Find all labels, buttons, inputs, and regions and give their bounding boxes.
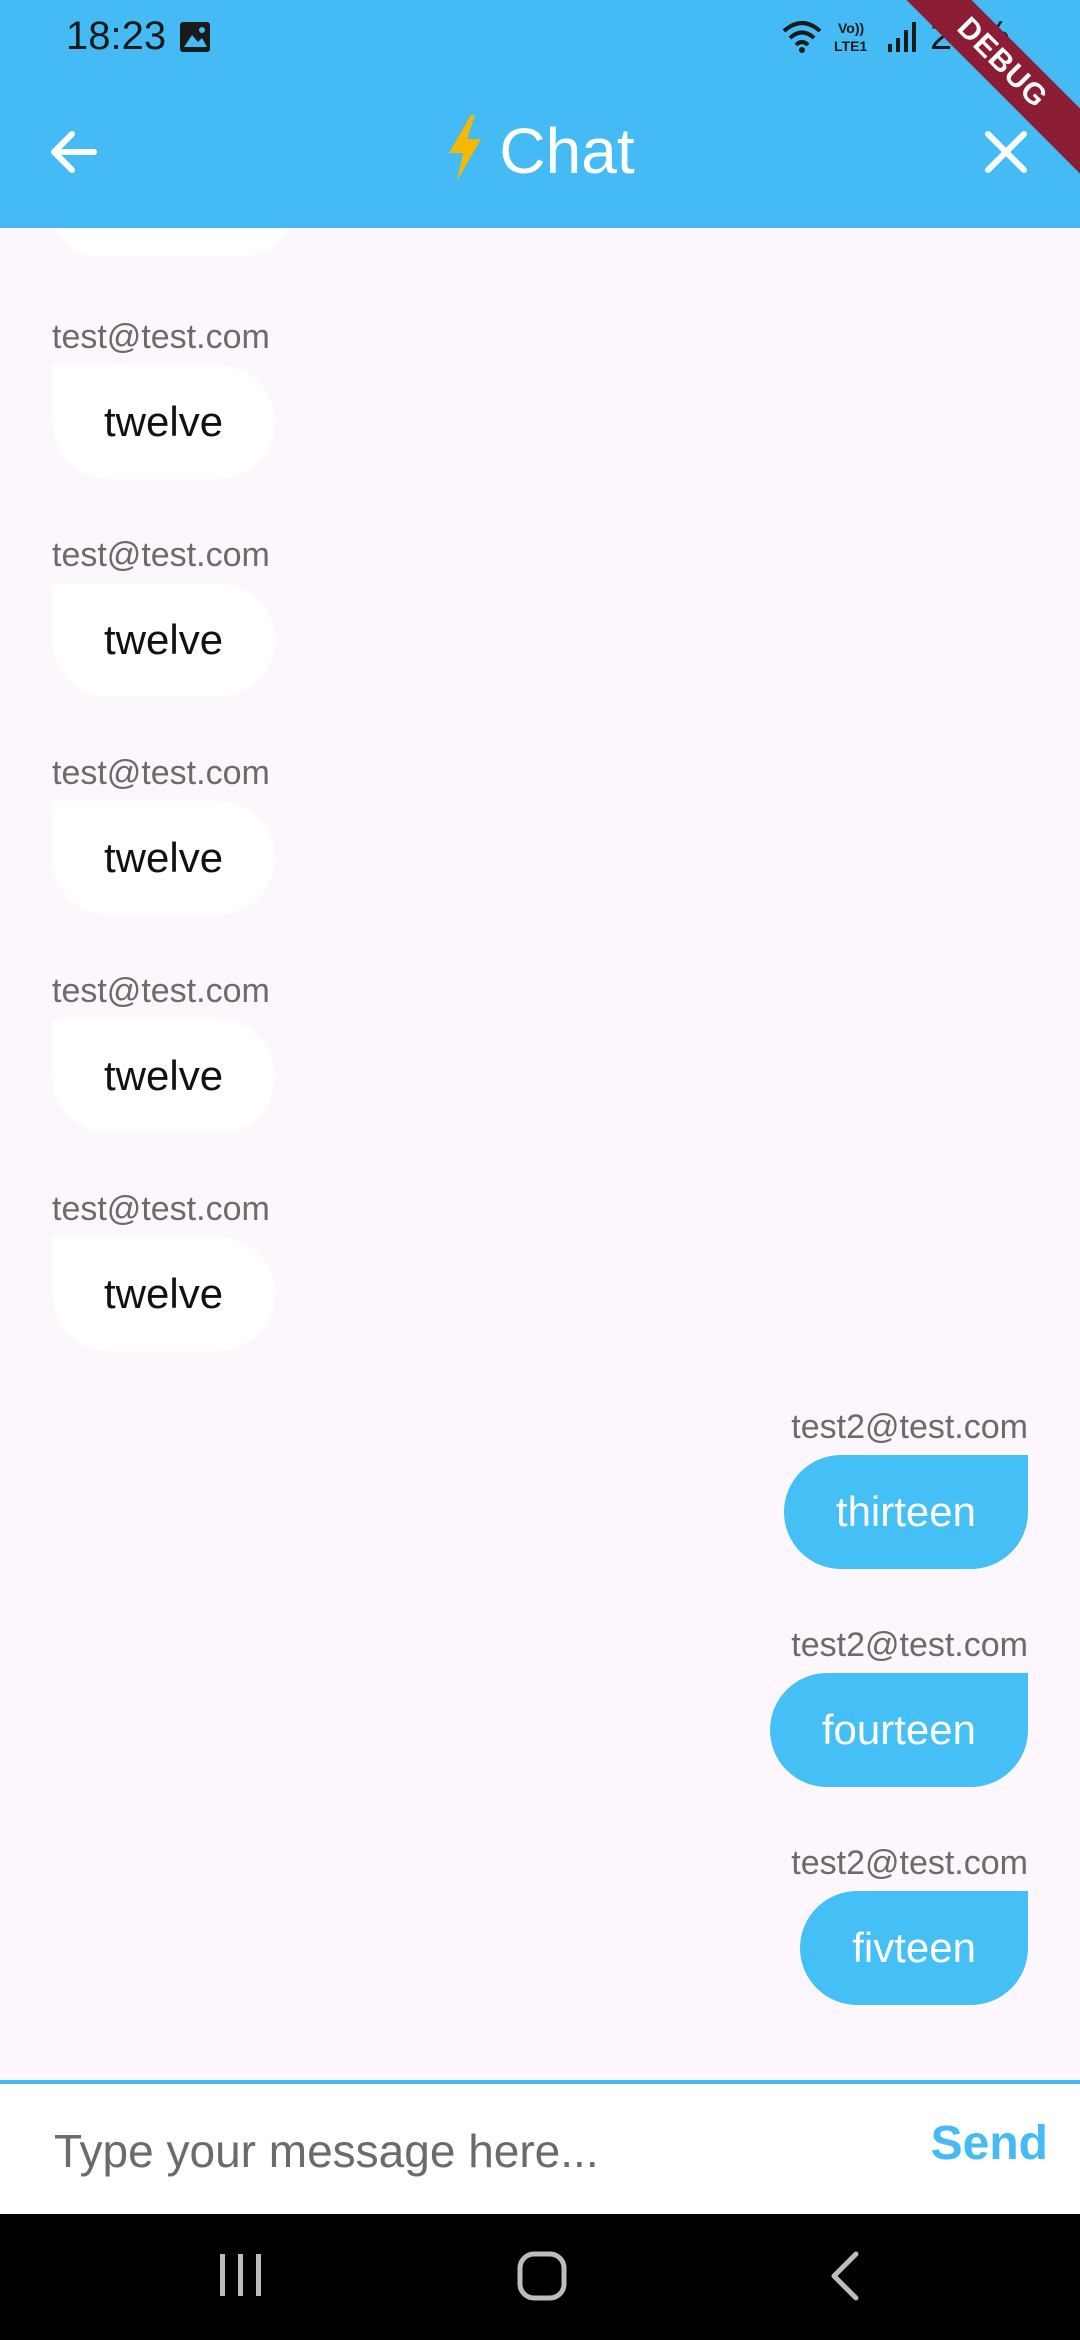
message-item: test2@test.com thirteen: [783, 1408, 1028, 1569]
home-icon[interactable]: [514, 2248, 570, 2309]
message-composer: Send: [0, 2080, 1080, 2216]
send-button[interactable]: Send: [931, 2116, 1048, 2171]
wifi-icon: [782, 19, 822, 55]
svg-text:Vo)): Vo)): [838, 20, 864, 36]
message-item: test@test.com twelve: [52, 1190, 276, 1351]
message-bubble[interactable]: thirteen: [783, 1455, 1028, 1569]
message-sender: test2@test.com: [791, 1844, 1028, 1882]
message-sender: test@test.com: [52, 1190, 270, 1228]
message-sender: test2@test.com: [791, 1626, 1028, 1664]
message-item: test@test.com twelve: [52, 536, 276, 697]
message-input[interactable]: [52, 2112, 876, 2190]
message-bubble[interactable]: twelve: [52, 365, 276, 479]
message-bubble[interactable]: twelve: [52, 801, 276, 915]
message-bubble[interactable]: fivteen: [800, 1891, 1028, 2005]
message-item: test@test.com twelve: [52, 972, 276, 1133]
message-sender: test@test.com: [52, 318, 270, 356]
volte-icon: Vo)) LTE1: [834, 19, 874, 55]
close-icon[interactable]: [976, 122, 1036, 182]
recent-apps-icon[interactable]: [216, 2248, 266, 2309]
message-bubble[interactable]: fourteen: [769, 1673, 1028, 1787]
app-bar: Chat: [0, 78, 1080, 228]
page-title-text: Chat: [499, 115, 635, 187]
message-sender: test@test.com: [52, 972, 270, 1010]
message-list[interactable]: test@test.com twelve test@test.com twelv…: [0, 228, 1080, 2083]
message-item: test2@test.com fourteen: [769, 1626, 1028, 1787]
message-item: test2@test.com fivteen: [791, 1844, 1028, 2005]
message-sender: test@test.com: [52, 536, 270, 574]
signal-icon: [886, 20, 918, 54]
lightning-icon: [445, 115, 485, 196]
system-nav-bar: [0, 2214, 1080, 2340]
message-bubble[interactable]: twelve: [52, 583, 276, 697]
message-sender: test@test.com: [52, 754, 270, 792]
back-nav-icon[interactable]: [826, 2248, 866, 2309]
svg-text:LTE1: LTE1: [834, 38, 867, 54]
message-sender: test2@test.com: [791, 1408, 1028, 1446]
message-bubble[interactable]: twelve: [52, 1019, 276, 1133]
message-item: test@test.com twelve: [52, 318, 276, 479]
message-bubble[interactable]: twelve: [52, 1237, 276, 1351]
status-time: 18:23: [66, 14, 167, 58]
gallery-icon: [178, 20, 212, 59]
page-title: Chat: [0, 114, 1080, 196]
partial-message-bubble: [52, 228, 292, 256]
message-item: test@test.com twelve: [52, 754, 276, 915]
